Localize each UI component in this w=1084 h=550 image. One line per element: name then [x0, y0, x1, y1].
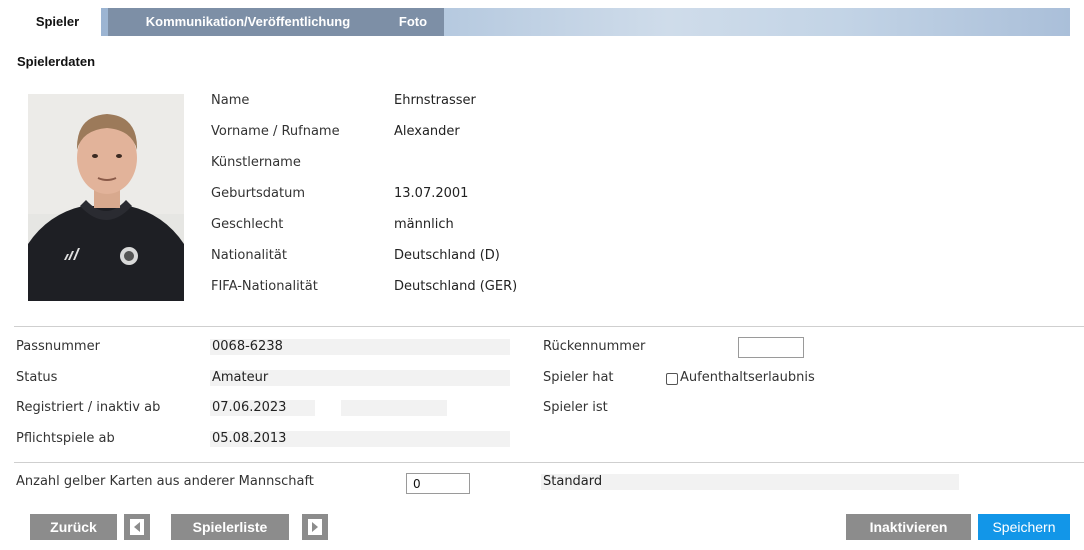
label-spieler-hat: Spieler hat: [543, 370, 614, 385]
tab-foto[interactable]: Foto: [382, 8, 444, 36]
divider: [14, 326, 1084, 327]
player-list-button[interactable]: Spielerliste: [171, 514, 289, 540]
label-fifa-nationalitaet: FIFA-Nationalität: [211, 279, 318, 294]
label-nationalitaet: Nationalität: [211, 248, 287, 263]
aufenthaltserlaubnis-checkbox[interactable]: [666, 373, 678, 385]
label-passnummer: Passnummer: [16, 339, 100, 354]
label-gelbe-karten: Anzahl gelber Karten aus anderer Mannsch…: [16, 474, 314, 489]
value-geburtsdatum: 13.07.2001: [394, 186, 469, 201]
back-button[interactable]: Zurück: [30, 514, 117, 540]
label-geschlecht: Geschlecht: [211, 217, 284, 232]
arrow-left-icon: [130, 519, 144, 535]
label-pflichtspiele: Pflichtspiele ab: [16, 431, 115, 446]
standard-field: [541, 474, 959, 490]
value-registriert: 07.06.2023: [212, 400, 287, 415]
value-pflichtspiele: 05.08.2013: [212, 431, 287, 446]
divider: [14, 462, 1084, 463]
deactivate-button[interactable]: Inaktivieren: [846, 514, 971, 540]
label-name: Name: [211, 93, 250, 108]
rueckennummer-input[interactable]: [738, 337, 804, 358]
player-photo: [28, 94, 184, 301]
player-photo-image: [28, 94, 184, 301]
section-title: Spielerdaten: [17, 54, 96, 69]
label-status: Status: [16, 370, 58, 385]
label-rueckennummer: Rückennummer: [543, 339, 646, 354]
value-status: Amateur: [212, 370, 269, 385]
previous-button[interactable]: [124, 514, 150, 540]
tab-bar: Spieler Kommunikation/Veröffentlichung F…: [14, 8, 1070, 36]
value-passnummer: 0068-6238: [212, 339, 283, 354]
tab-kommunikation[interactable]: Kommunikation/Veröffentlichung: [108, 8, 388, 36]
arrow-right-icon: [308, 519, 322, 535]
label-standard: Standard: [543, 474, 603, 489]
label-registriert: Registriert / inaktiv ab: [16, 400, 161, 415]
label-kuenstlername: Künstlername: [211, 155, 301, 170]
label-geburtsdatum: Geburtsdatum: [211, 186, 305, 201]
label-spieler-ist: Spieler ist: [543, 400, 608, 415]
inaktiv-field: [341, 400, 447, 416]
tab-spieler[interactable]: Spieler: [14, 8, 101, 36]
gelbe-karten-input[interactable]: [406, 473, 470, 494]
label-aufenthaltserlaubnis: Aufenthaltserlaubnis: [680, 370, 815, 385]
label-vorname: Vorname / Rufname: [211, 124, 340, 139]
next-button[interactable]: [302, 514, 328, 540]
value-nationalitaet: Deutschland (D): [394, 248, 500, 263]
value-name: Ehrnstrasser: [394, 93, 476, 108]
value-vorname: Alexander: [394, 124, 460, 139]
save-button[interactable]: Speichern: [978, 514, 1070, 540]
value-fifa-nationalitaet: Deutschland (GER): [394, 279, 518, 294]
value-geschlecht: männlich: [394, 217, 454, 232]
